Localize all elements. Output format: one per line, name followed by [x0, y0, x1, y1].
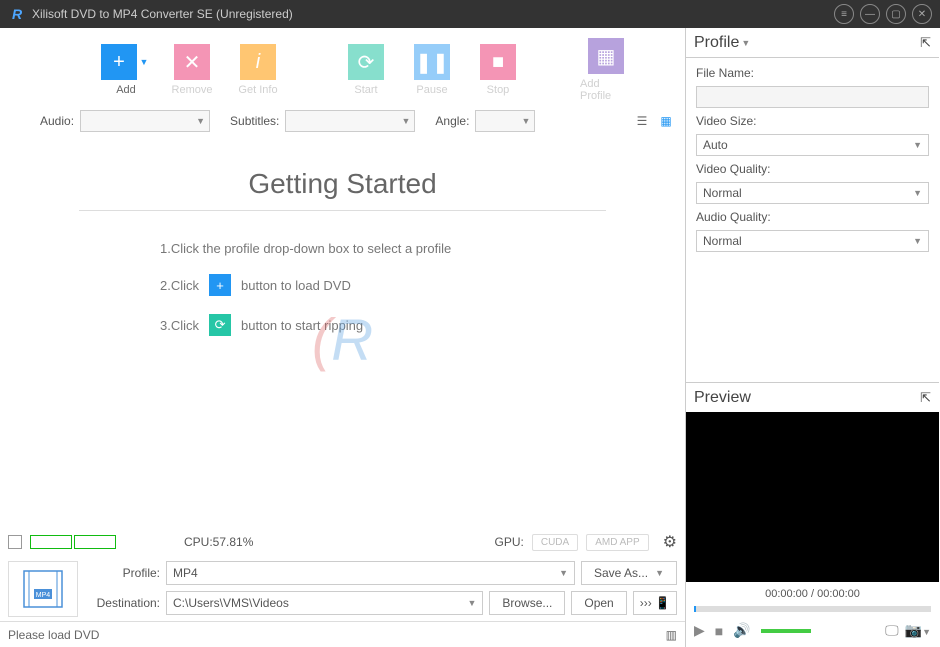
destination-label: Destination:: [88, 596, 160, 610]
format-thumbnail: MP4: [8, 561, 78, 617]
filter-bar: Audio: ▼ Subtitles: ▼ Angle: ▼ ☰ ▦: [0, 104, 685, 138]
chevron-down-icon: ▼: [196, 116, 205, 126]
main-toolbar: + ▼ Add ✕ Remove i Get Info ⟳ Start ❚❚ P…: [0, 28, 685, 104]
stop-button[interactable]: ■ Stop: [472, 44, 524, 96]
save-as-button[interactable]: Save As... ▼: [581, 561, 677, 585]
statusbar: Please load DVD ▥: [0, 621, 685, 647]
chevron-down-icon: ▼: [401, 116, 410, 126]
cuda-badge[interactable]: CUDA: [532, 534, 578, 551]
titlebar: R Xilisoft DVD to MP4 Converter SE (Unre…: [0, 0, 940, 28]
play-button[interactable]: ▶: [694, 622, 705, 639]
svg-text:MP4: MP4: [36, 592, 51, 599]
profile-icon: ▦: [588, 38, 624, 74]
grid-view-button[interactable]: ▦: [657, 112, 675, 130]
get-info-button[interactable]: i Get Info: [232, 44, 284, 96]
angle-label: Angle:: [435, 114, 469, 128]
expand-icon[interactable]: ⇱: [920, 390, 931, 406]
window-title: Xilisoft DVD to MP4 Converter SE (Unregi…: [32, 7, 828, 21]
cpu-usage: CPU:57.81%: [184, 535, 253, 549]
audioquality-label: Audio Quality:: [696, 210, 929, 224]
progress-bar: [30, 535, 72, 549]
destination-combo[interactable]: C:\Users\VMS\Videos ▼: [166, 591, 483, 615]
add-profile-button[interactable]: ▦ Add Profile: [580, 38, 632, 102]
filename-input[interactable]: [696, 86, 929, 108]
profile-panel-header[interactable]: Profile ▼ ⇱: [686, 28, 939, 58]
profile-panel: File Name: Video Size: Auto ▼ Video Qual…: [686, 58, 939, 260]
chevron-down-icon: ▼: [741, 38, 750, 48]
subtitles-label: Subtitles:: [230, 114, 279, 128]
add-button[interactable]: + ▼ Add: [100, 44, 152, 96]
preview-panel-header: Preview ⇱: [686, 382, 939, 412]
plus-icon: +: [209, 274, 231, 296]
preview-video: [686, 412, 939, 582]
plus-icon: +: [101, 44, 137, 80]
stop-icon: ■: [480, 44, 516, 80]
profile-label: Profile:: [88, 566, 160, 580]
videoquality-combo[interactable]: Normal ▼: [696, 182, 929, 204]
audio-combo[interactable]: ▼: [80, 110, 210, 132]
profile-combo[interactable]: MP4 ▼: [166, 561, 575, 585]
remove-button[interactable]: ✕ Remove: [166, 44, 218, 96]
x-icon: ✕: [174, 44, 210, 80]
volume-icon[interactable]: 🔊: [733, 622, 750, 639]
chevron-down-icon: ▼: [913, 188, 922, 198]
status-text: Please load DVD: [8, 628, 99, 642]
progress-bar: [74, 535, 116, 549]
expand-icon[interactable]: ⇱: [920, 35, 931, 51]
maximize-button[interactable]: ▢: [886, 4, 906, 24]
divider: [79, 210, 606, 211]
export-device-button[interactable]: ››› 📱: [633, 591, 677, 615]
pause-icon: ❚❚: [414, 44, 450, 80]
chevron-down-icon: ▼: [522, 116, 531, 126]
volume-slider[interactable]: [761, 629, 811, 633]
close-button[interactable]: ✕: [912, 4, 932, 24]
progress-bars: [30, 535, 116, 549]
start-button[interactable]: ⟳ Start: [340, 44, 392, 96]
content-area: Getting Started 1.Click the profile drop…: [0, 138, 685, 527]
camera-icon[interactable]: 📷▼: [905, 622, 931, 639]
snapshot-screen-icon[interactable]: 🖵: [885, 622, 899, 639]
status-row: CPU:57.81% GPU: CUDA AMD APP ⚙: [0, 527, 685, 557]
pause-button[interactable]: ❚❚ Pause: [406, 44, 458, 96]
amd-badge[interactable]: AMD APP: [586, 534, 648, 551]
browse-button[interactable]: Browse...: [489, 591, 565, 615]
select-all-checkbox[interactable]: [8, 535, 22, 549]
preview-seek-slider[interactable]: [694, 606, 931, 612]
audioquality-combo[interactable]: Normal ▼: [696, 230, 929, 252]
step-2: 2.Click + button to load DVD: [160, 274, 635, 296]
getting-started-title: Getting Started: [50, 168, 635, 200]
angle-combo[interactable]: ▼: [475, 110, 535, 132]
minimize-button[interactable]: —: [860, 4, 880, 24]
gear-icon[interactable]: ⚙: [663, 532, 677, 552]
step-3: 3.Click ⟳ button to start ripping: [160, 314, 635, 336]
info-icon: i: [240, 44, 276, 80]
chevron-down-icon: ▼: [913, 140, 922, 150]
chevron-down-icon: ▼: [913, 236, 922, 246]
chevron-down-icon: ▼: [559, 568, 568, 578]
start-icon: ⟳: [348, 44, 384, 80]
gpu-label: GPU:: [495, 535, 524, 549]
app-logo: R: [8, 5, 26, 23]
videosize-label: Video Size:: [696, 114, 929, 128]
videoquality-label: Video Quality:: [696, 162, 929, 176]
open-button[interactable]: Open: [571, 591, 626, 615]
add-dropdown-icon[interactable]: ▼: [137, 44, 151, 80]
chevron-down-icon: ▼: [655, 568, 664, 578]
preview-time: 00:00:00 / 00:00:00: [686, 582, 939, 606]
step-1: 1.Click the profile drop-down box to sel…: [160, 241, 635, 256]
audio-label: Audio:: [40, 114, 74, 128]
list-view-button[interactable]: ☰: [633, 112, 651, 130]
menu-button[interactable]: ≡: [834, 4, 854, 24]
stop-preview-button[interactable]: ■: [715, 623, 723, 639]
start-icon: ⟳: [209, 314, 231, 336]
chevron-down-icon: ▼: [467, 598, 476, 608]
preview-controls: ▶ ■ 🔊 🖵 📷▼: [686, 618, 939, 647]
filename-label: File Name:: [696, 66, 929, 80]
destination-area: MP4 Profile: MP4 ▼ Save As... ▼ Destin: [0, 557, 685, 621]
subtitles-combo[interactable]: ▼: [285, 110, 415, 132]
videosize-combo[interactable]: Auto ▼: [696, 134, 929, 156]
report-icon[interactable]: ▥: [666, 628, 677, 642]
